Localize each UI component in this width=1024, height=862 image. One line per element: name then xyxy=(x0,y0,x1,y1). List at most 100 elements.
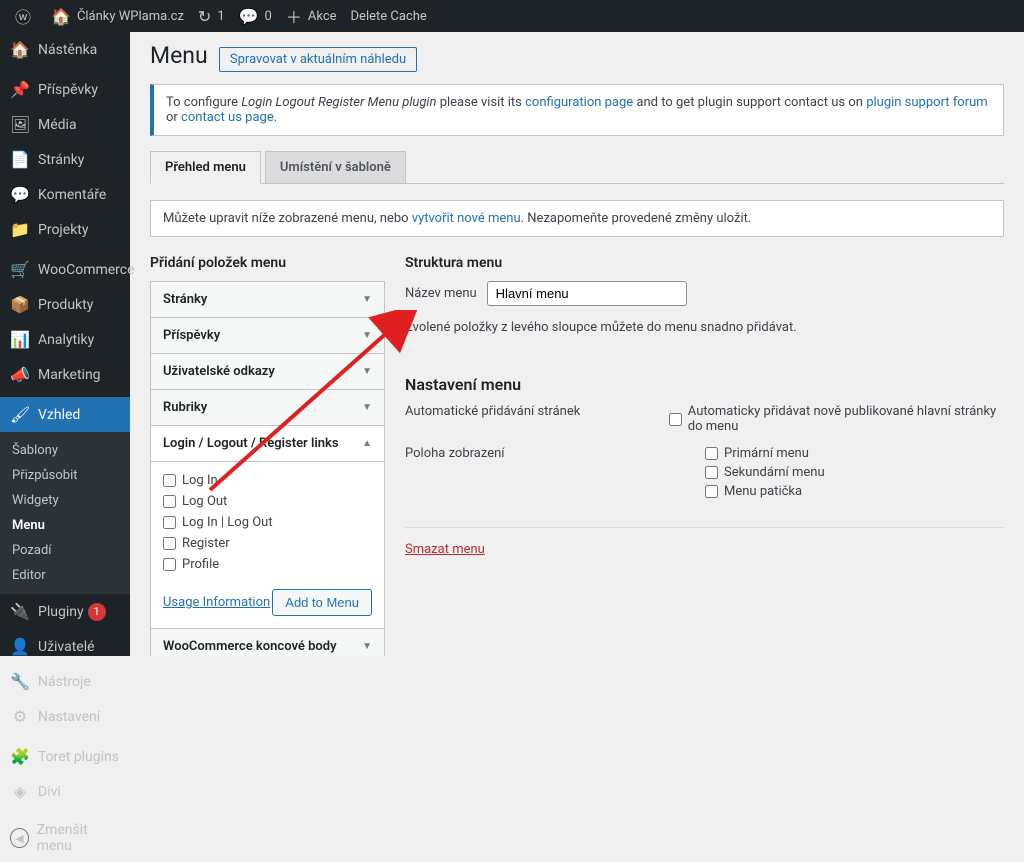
edit-hint-box: Můžete upravit níže zobrazené menu, nebo… xyxy=(150,200,1004,237)
llr-register-checkbox[interactable] xyxy=(163,537,176,550)
submenu-background[interactable]: Pozadí xyxy=(0,538,130,563)
puzzle-icon: 🧩 xyxy=(10,747,30,766)
llr-loginlogout-checkbox[interactable] xyxy=(163,516,176,529)
site-name-text: Články WPlama.cz xyxy=(77,9,184,24)
menu-name-label: Název menu xyxy=(405,286,477,301)
menu-comments[interactable]: 💬Komentáře xyxy=(0,177,130,212)
create-new-menu-link[interactable]: vytvořit nové menu xyxy=(412,211,521,226)
panel-llr-body: Log In Log Out Log In | Log Out Register… xyxy=(151,461,384,628)
llr-logout-checkbox[interactable] xyxy=(163,495,176,508)
tab-menu-overview[interactable]: Přehled menu xyxy=(150,151,261,184)
wrench-icon: 🔧 xyxy=(10,672,30,691)
menu-dashboard[interactable]: 🏠Nástěnka xyxy=(0,32,130,67)
menu-analytics[interactable]: 📊Analytiky xyxy=(0,322,130,357)
loc-footer[interactable]: Menu patička xyxy=(705,484,825,499)
llr-register[interactable]: Register xyxy=(163,533,372,554)
auto-add-pages[interactable]: Automaticky přidávat nově publikované hl… xyxy=(669,404,1004,434)
updates[interactable]: ↻1 xyxy=(191,0,232,32)
chevron-down-icon: ▼ xyxy=(362,641,372,652)
panel-woo-endpoints[interactable]: WooCommerce koncové body▼ xyxy=(151,629,384,656)
panel-custom-links[interactable]: Uživatelské odkazy▼ xyxy=(151,354,384,389)
wp-logo[interactable]: ⓦ xyxy=(8,0,44,32)
menu-media[interactable]: 🖼Média xyxy=(0,107,130,142)
menu-pages[interactable]: 📄Stránky xyxy=(0,142,130,177)
menu-divi[interactable]: ◈Divi xyxy=(0,774,130,809)
menu-users[interactable]: 👤Uživatelé xyxy=(0,629,130,664)
brush-icon: 🖌 xyxy=(10,405,30,424)
cart-icon: 🛒 xyxy=(10,260,30,279)
menu-products[interactable]: 📦Produkty xyxy=(0,287,130,322)
nav-tabs: Přehled menu Umístění v šabloně xyxy=(150,150,1004,184)
new-content[interactable]: ＋Akce xyxy=(279,0,344,32)
config-page-link[interactable]: configuration page xyxy=(525,95,633,110)
plugin-notice: To configure Login Logout Register Menu … xyxy=(150,84,1004,136)
admin-bar: ⓦ 🏠Články WPlama.cz ↻1 💬0 ＋Akce Delete C… xyxy=(0,0,1024,32)
site-name[interactable]: 🏠Články WPlama.cz xyxy=(44,0,191,32)
comments-count: 0 xyxy=(265,9,272,24)
menu-woocommerce[interactable]: 🛒WooCommerce xyxy=(0,252,130,287)
panel-categories[interactable]: Rubriky▼ xyxy=(151,390,384,425)
loc-secondary-checkbox[interactable] xyxy=(705,466,718,479)
tab-locations[interactable]: Umístění v šabloně xyxy=(265,151,406,184)
gear-icon: ⚙ xyxy=(10,707,30,726)
update-icon: ↻ xyxy=(198,7,211,26)
plugin-icon: 🔌 xyxy=(10,602,30,621)
admin-sidebar: 🏠Nástěnka 📌Příspěvky 🖼Média 📄Stránky 💬Ko… xyxy=(0,32,130,656)
panel-login-logout-register[interactable]: Login / Logout / Register links▲ xyxy=(151,426,384,461)
contact-us-link[interactable]: contact us page xyxy=(181,110,274,125)
page-icon: 📄 xyxy=(10,150,30,169)
submenu-customize[interactable]: Přizpůsobit xyxy=(0,463,130,488)
updates-count: 1 xyxy=(217,9,224,24)
submenu-menus[interactable]: Menu xyxy=(0,513,130,538)
llr-loginlogout[interactable]: Log In | Log Out xyxy=(163,512,372,533)
new-label: Akce xyxy=(308,9,337,24)
auto-add-checkbox[interactable] xyxy=(669,413,682,426)
auto-add-label: Automatické přidávání stránek xyxy=(405,404,669,438)
structure-heading: Struktura menu xyxy=(405,255,1004,271)
menu-appearance[interactable]: 🖌Vzhled xyxy=(0,397,130,432)
delete-cache[interactable]: Delete Cache xyxy=(344,0,434,32)
divi-icon: ◈ xyxy=(10,782,30,801)
delete-menu-link[interactable]: Smazat menu xyxy=(405,527,1004,557)
menu-toret[interactable]: 🧩Toret plugins xyxy=(0,739,130,774)
menu-marketing[interactable]: 📣Marketing xyxy=(0,357,130,392)
chevron-down-icon: ▼ xyxy=(362,294,372,305)
llr-login[interactable]: Log In xyxy=(163,470,372,491)
chevron-up-icon: ▲ xyxy=(362,438,372,449)
menu-settings-heading: Nastavení menu xyxy=(405,375,1004,394)
menu-name-input[interactable] xyxy=(487,281,687,306)
menu-projects[interactable]: 📁Projekty xyxy=(0,212,130,247)
projects-icon: 📁 xyxy=(10,220,30,239)
menu-posts[interactable]: 📌Příspěvky xyxy=(0,72,130,107)
loc-primary[interactable]: Primární menu xyxy=(705,446,825,461)
collapse-menu[interactable]: ◀Zmenšit menu xyxy=(0,814,130,862)
chevron-down-icon: ▼ xyxy=(362,402,372,413)
add-to-menu-button[interactable]: Add to Menu xyxy=(272,589,372,616)
manage-live-preview-button[interactable]: Spravovat v aktuálním náhledu xyxy=(219,47,417,72)
plugins-badge: 1 xyxy=(88,603,106,621)
support-forum-link[interactable]: plugin support forum xyxy=(866,95,988,110)
add-items-column: Přidání položek menu Stránky▼ Příspěvky▼… xyxy=(150,255,385,656)
panel-pages[interactable]: Stránky▼ xyxy=(151,282,384,317)
llr-logout[interactable]: Log Out xyxy=(163,491,372,512)
dashboard-icon: 🏠 xyxy=(10,40,30,59)
llr-login-checkbox[interactable] xyxy=(163,474,176,487)
usage-information-link[interactable]: Usage Information xyxy=(163,595,270,610)
display-location-label: Poloha zobrazení xyxy=(405,446,705,503)
submenu-editor[interactable]: Editor xyxy=(0,563,130,588)
box-icon: 📦 xyxy=(10,295,30,314)
loc-primary-checkbox[interactable] xyxy=(705,447,718,460)
llr-profile-checkbox[interactable] xyxy=(163,558,176,571)
comments[interactable]: 💬0 xyxy=(232,0,279,32)
menu-tools[interactable]: 🔧Nástroje xyxy=(0,664,130,699)
submenu-themes[interactable]: Šablony xyxy=(0,438,130,463)
menu-plugins[interactable]: 🔌Pluginy1 xyxy=(0,594,130,629)
llr-profile[interactable]: Profile xyxy=(163,554,372,575)
loc-footer-checkbox[interactable] xyxy=(705,485,718,498)
loc-secondary[interactable]: Sekundární menu xyxy=(705,465,825,480)
submenu-widgets[interactable]: Widgety xyxy=(0,488,130,513)
collapse-icon: ◀ xyxy=(10,828,29,848)
menu-settings[interactable]: ⚙Nastavení xyxy=(0,699,130,734)
panel-posts[interactable]: Příspěvky▼ xyxy=(151,318,384,353)
appearance-submenu: Šablony Přizpůsobit Widgety Menu Pozadí … xyxy=(0,432,130,594)
